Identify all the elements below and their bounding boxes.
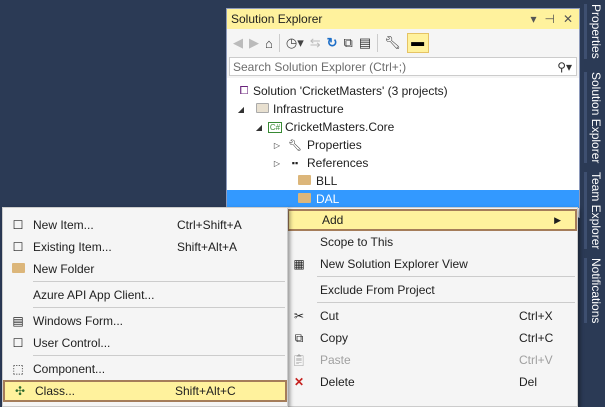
menu-item-cut[interactable]: ✂ Cut Ctrl+X xyxy=(287,305,577,327)
menu-item-paste[interactable]: 📋︎ Paste Ctrl+V xyxy=(287,349,577,371)
menu-item-add[interactable]: Add ▶ xyxy=(287,209,577,231)
solution-explorer-panel: Solution Explorer ▾ ⊣ ✕ ◀ ▶ ⌂ ◷▾ ⇆ ↻ ⧉ ▤ 🔧… xyxy=(226,8,580,218)
menu-item-delete[interactable]: ✕ Delete Del xyxy=(287,371,577,393)
search-input[interactable]: Search Solution Explorer (Ctrl+;) ⚲▾ xyxy=(229,57,577,76)
menu-item-user-control[interactable]: ☐ User Control... xyxy=(3,332,287,354)
folder-icon xyxy=(253,102,271,116)
collapsed-arrow-icon[interactable]: ▷ xyxy=(271,159,283,168)
side-tab-strip: Properties Solution Explorer Team Explor… xyxy=(582,0,605,402)
solution-icon: ⧠ xyxy=(239,84,249,97)
new-item-icon: ☐ xyxy=(12,218,24,232)
menu-item-exclude-from-project[interactable]: Exclude From Project xyxy=(287,279,577,301)
user-control-icon: ☐ xyxy=(12,336,24,350)
dropdown-icon[interactable]: ▾ xyxy=(530,12,536,26)
tree-item-infrastructure[interactable]: ◢ Infrastructure xyxy=(227,100,579,118)
menu-separator xyxy=(317,302,575,303)
sync-icon[interactable]: ⇆ xyxy=(310,35,321,51)
class-icon: ✣ xyxy=(14,384,26,398)
add-submenu: ☐ New Item... Ctrl+Shift+A ☐ Existing Item.… xyxy=(2,207,288,407)
side-tab-notifications[interactable]: Notifications xyxy=(584,258,603,324)
tree-item-project[interactable]: ◢ C# CricketMasters.Core xyxy=(227,118,579,136)
menu-item-copy[interactable]: ⧉ Copy Ctrl+C xyxy=(287,327,577,349)
tree-item-dal[interactable]: DAL xyxy=(227,190,579,208)
preview-selected-icon[interactable]: ▬ xyxy=(406,33,429,53)
new-view-icon: ▦ xyxy=(293,257,305,271)
tree-item-references[interactable]: ▷ ▪▪ References xyxy=(227,154,579,172)
menu-item-class[interactable]: ✣ Class... Shift+Alt+C xyxy=(3,380,287,402)
toolbar-separator xyxy=(377,34,379,52)
menu-item-scope-to-this[interactable]: Scope to This xyxy=(287,231,577,253)
folder-icon xyxy=(295,174,313,188)
home-icon[interactable]: ⌂ xyxy=(265,36,273,51)
new-folder-icon xyxy=(3,262,33,276)
panel-title-bar: Solution Explorer ▾ ⊣ ✕ xyxy=(227,9,579,29)
folder-icon xyxy=(295,192,313,206)
menu-item-new-solution-explorer-view[interactable]: ▦ New Solution Explorer View xyxy=(287,253,577,275)
collapse-all-icon[interactable]: ⧉ xyxy=(344,35,353,51)
expanded-arrow-icon[interactable]: ◢ xyxy=(253,123,265,132)
windows-form-icon: ▤ xyxy=(12,314,24,328)
collapsed-arrow-icon[interactable]: ▷ xyxy=(271,141,283,150)
menu-item-new-folder[interactable]: New Folder xyxy=(3,258,287,280)
side-tab-properties[interactable]: Properties xyxy=(584,4,603,59)
menu-item-windows-form[interactable]: ▤ Windows Form... xyxy=(3,310,287,332)
side-tab-solution-explorer[interactable]: Solution Explorer xyxy=(584,72,603,164)
menu-item-component[interactable]: ⬚ Component... xyxy=(3,358,287,380)
menu-separator xyxy=(33,307,285,308)
copy-icon: ⧉ xyxy=(294,330,304,345)
tree-item-properties[interactable]: ▷ 🔧︎ Properties xyxy=(227,136,579,154)
tree-item-solution[interactable]: ⧠ Solution 'CricketMasters' (3 projects) xyxy=(227,82,579,100)
existing-item-icon: ☐ xyxy=(12,240,24,254)
pending-changes-icon[interactable]: ◷▾ xyxy=(286,35,304,51)
solution-tree: ⧠ Solution 'CricketMasters' (3 projects) … xyxy=(227,78,579,217)
menu-separator xyxy=(33,281,285,282)
expanded-arrow-icon[interactable]: ◢ xyxy=(235,105,247,114)
scissors-icon: ✂ xyxy=(293,309,305,323)
component-icon: ⬚ xyxy=(12,362,24,376)
menu-item-existing-item[interactable]: ☐ Existing Item... Shift+Alt+A xyxy=(3,236,287,258)
properties-wrench-icon[interactable]: 🔧︎ xyxy=(384,35,401,51)
menu-item-azure-api-app-client[interactable]: Azure API App Client... xyxy=(3,284,287,306)
tree-item-bll[interactable]: BLL xyxy=(227,172,579,190)
menu-separator xyxy=(317,276,575,277)
toolbar: ◀ ▶ ⌂ ◷▾ ⇆ ↻ ⧉ ▤ 🔧︎ ▬ xyxy=(227,29,579,57)
csharp-project-icon: C# xyxy=(268,121,282,133)
menu-item-new-item[interactable]: ☐ New Item... Ctrl+Shift+A xyxy=(3,214,287,236)
show-all-files-icon[interactable]: ▤ xyxy=(359,35,371,51)
search-icon[interactable]: ⚲▾ xyxy=(557,60,576,74)
menu-separator xyxy=(33,355,285,356)
references-icon: ▪▪ xyxy=(291,158,299,168)
refresh-icon[interactable]: ↻ xyxy=(327,35,338,51)
toolbar-separator xyxy=(278,34,280,52)
forward-icon[interactable]: ▶ xyxy=(249,35,259,51)
paste-icon: 📋︎ xyxy=(291,353,307,367)
close-icon[interactable]: ✕ xyxy=(563,12,573,26)
delete-x-icon: ✕ xyxy=(293,375,305,389)
panel-title: Solution Explorer xyxy=(231,12,323,26)
context-menu: Add ▶ Scope to This ▦ New Solution Explore… xyxy=(286,207,578,407)
submenu-arrow-icon: ▶ xyxy=(554,214,561,225)
wrench-icon: 🔧︎ xyxy=(288,139,302,152)
pin-icon[interactable]: ⊣ xyxy=(544,12,554,26)
back-icon[interactable]: ◀ xyxy=(233,35,243,51)
side-tab-team-explorer[interactable]: Team Explorer xyxy=(584,172,603,250)
